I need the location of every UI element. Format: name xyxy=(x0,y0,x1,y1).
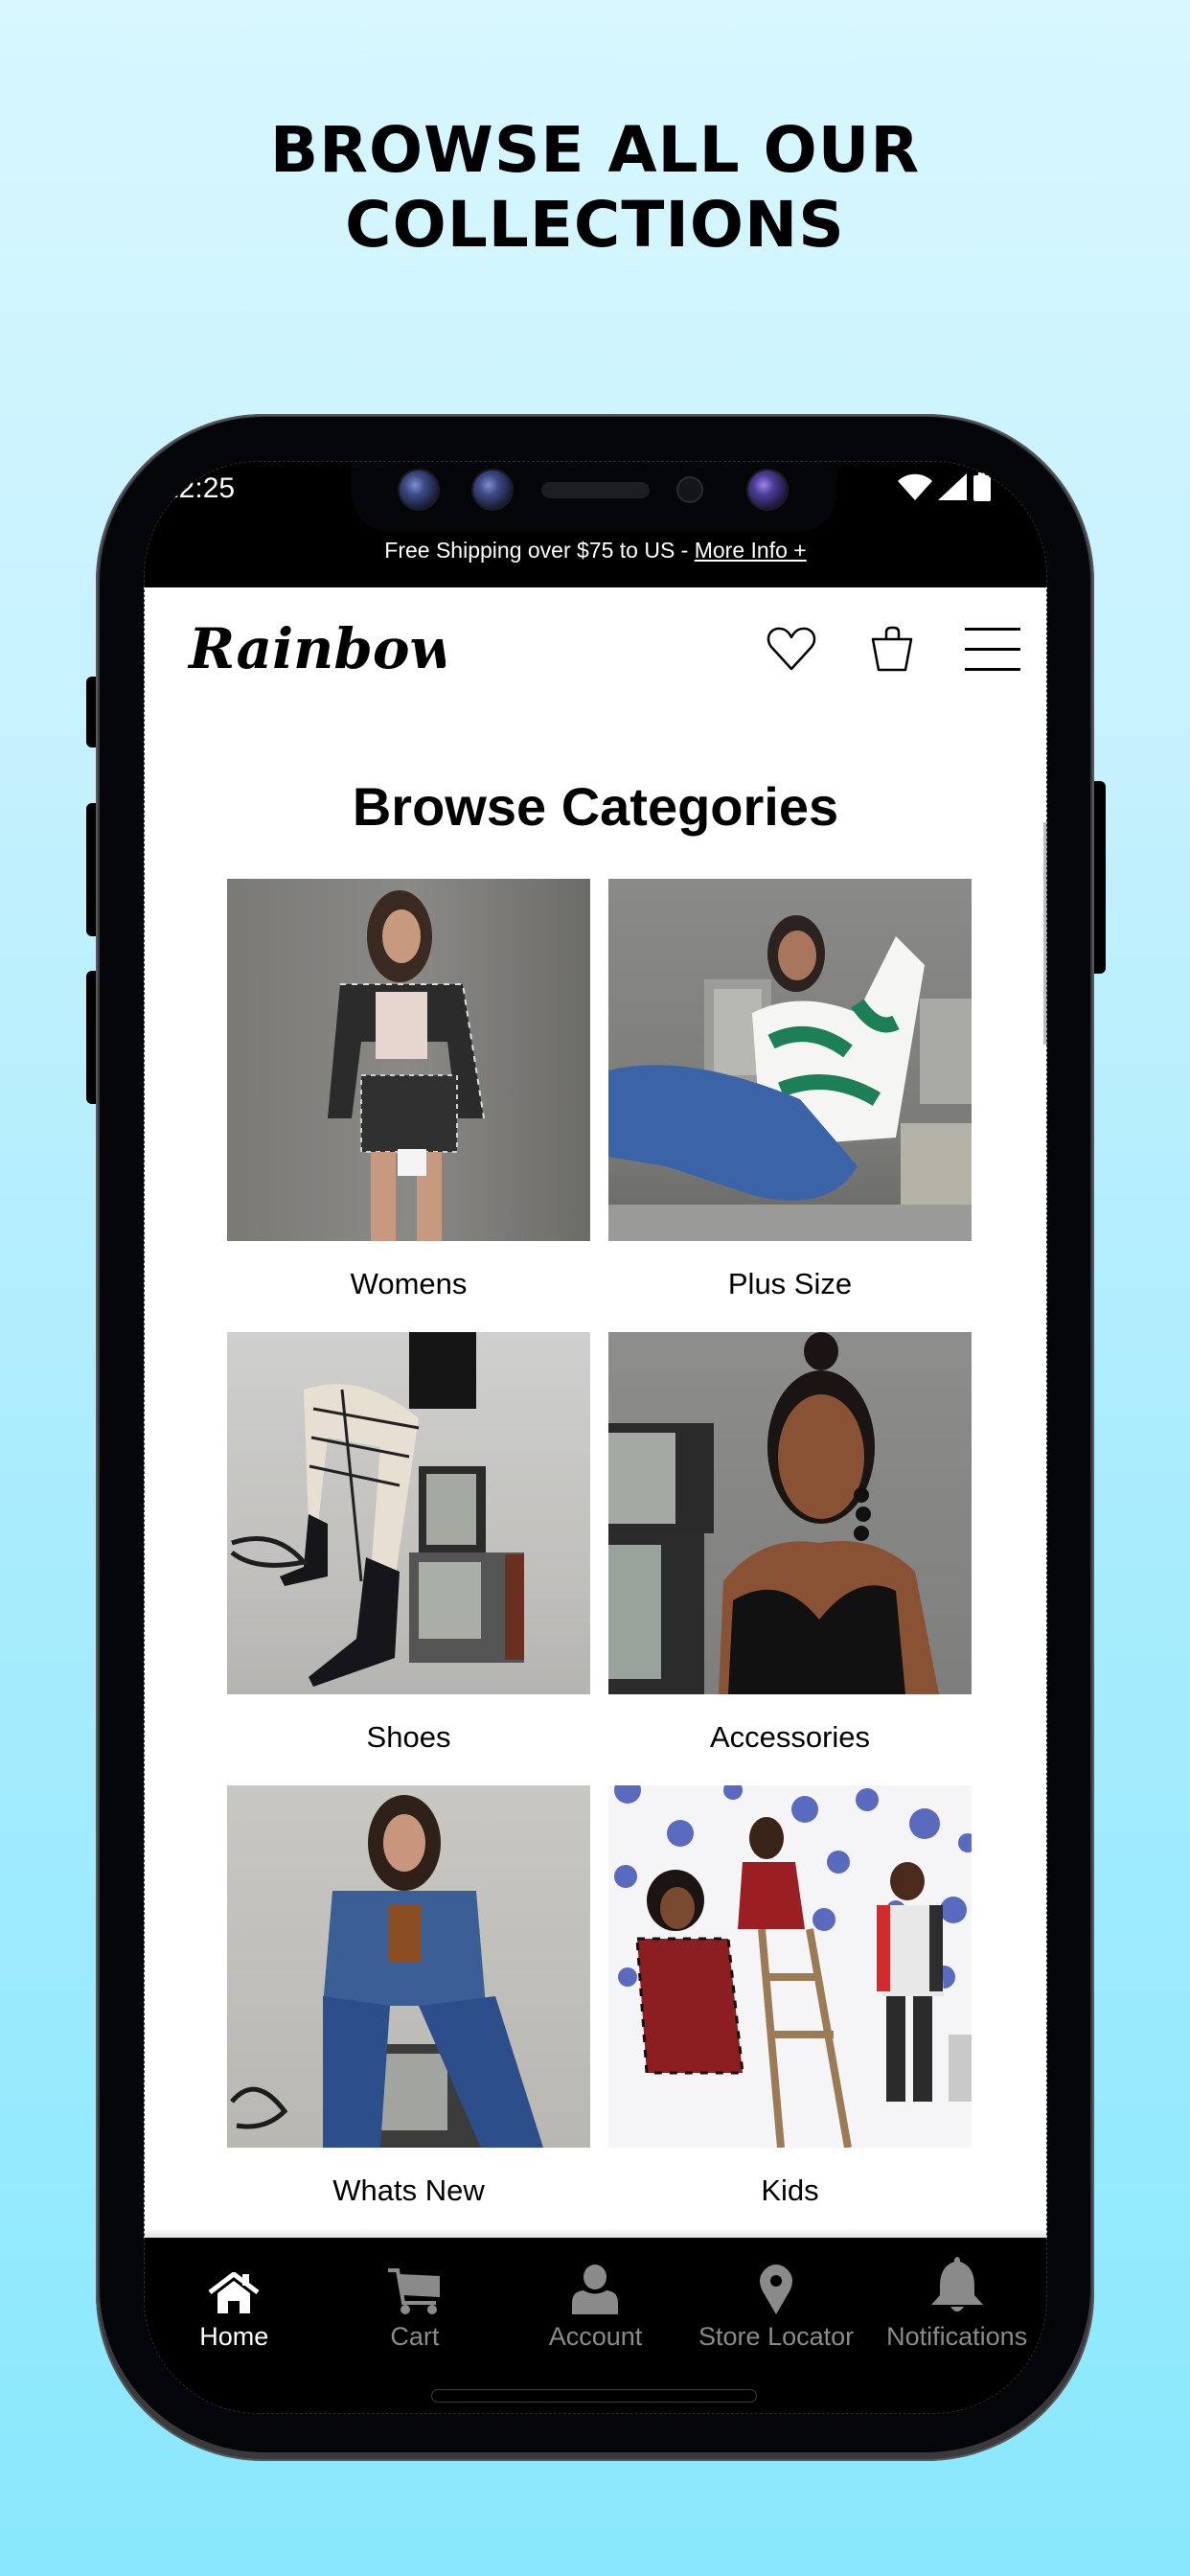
screen-outline xyxy=(144,461,1047,2414)
promo-headline-line-1: BROWSE ALL OUR xyxy=(269,113,921,187)
promo-headline-line-2: COLLECTIONS xyxy=(345,188,845,262)
promo-headline: BROWSE ALL OUR COLLECTIONS xyxy=(0,113,1190,263)
